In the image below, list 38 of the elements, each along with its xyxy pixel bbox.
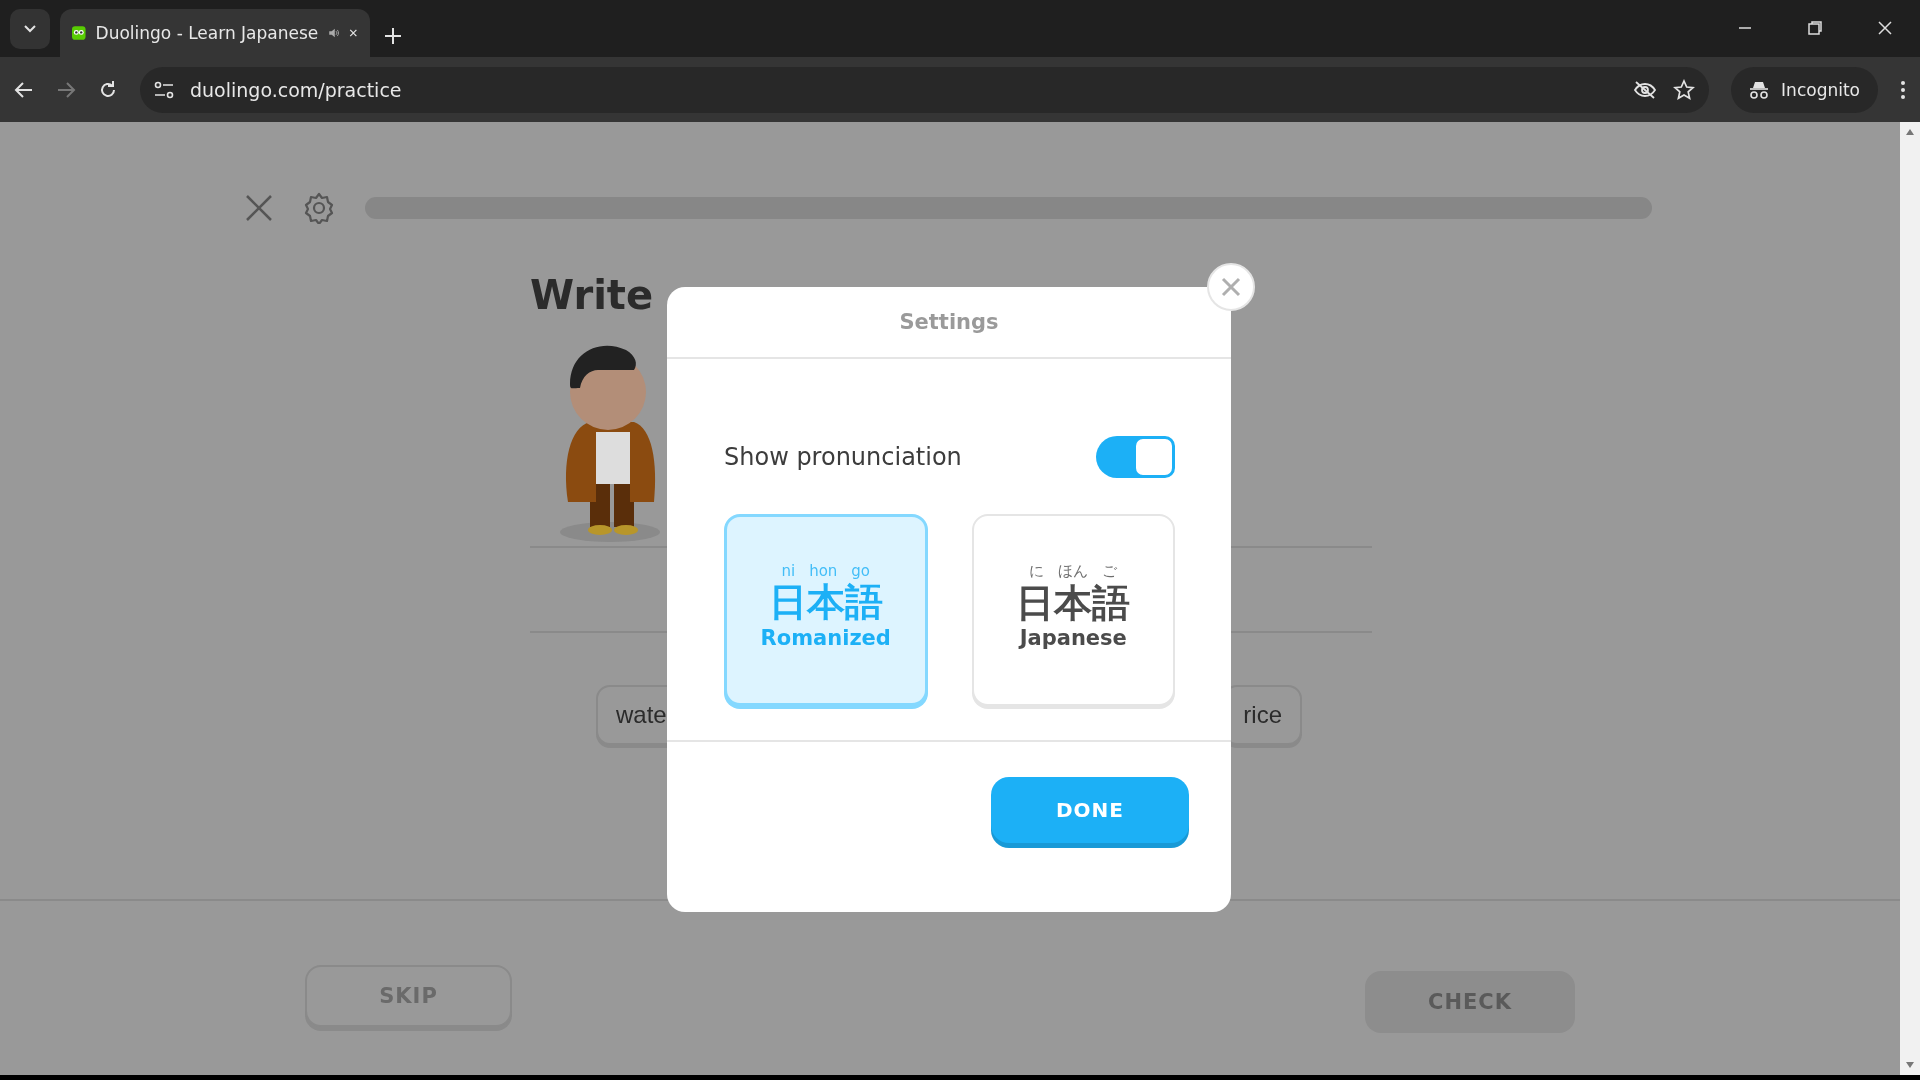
incognito-icon [1749, 80, 1770, 99]
reading-syllable: hon [809, 562, 838, 581]
reading-syllable: に [1029, 561, 1045, 581]
settings-icon[interactable] [303, 192, 335, 224]
profile-label: Incognito [1781, 79, 1860, 100]
pronunciation-toggle[interactable] [1096, 436, 1175, 478]
eye-off-icon[interactable] [1633, 79, 1658, 100]
close-button[interactable] [1207, 263, 1255, 311]
scroll-down-icon[interactable] [1905, 1061, 1915, 1069]
back-icon[interactable] [14, 79, 34, 100]
dialog-title: Settings [899, 310, 999, 334]
script-sample: 日本語 [768, 580, 883, 626]
address-bar[interactable]: duolingo.com/practice [140, 66, 1710, 113]
tab-title: Duolingo - Learn Japanese [95, 23, 319, 43]
script-option[interactable]: に ほん ご 日本語 Japanese [971, 514, 1175, 706]
scrollbar[interactable] [1900, 122, 1920, 1075]
scroll-up-icon[interactable] [1905, 128, 1915, 136]
reading-syllable: go [851, 562, 871, 581]
reload-icon[interactable] [98, 79, 118, 100]
reading-syllable: ご [1102, 561, 1118, 581]
close-icon [1221, 277, 1241, 297]
site-settings-icon[interactable] [154, 80, 174, 99]
reading-syllable: ni [781, 562, 796, 581]
browser-tab[interactable]: Duolingo - Learn Japanese [60, 9, 370, 57]
caret-icon [23, 24, 37, 34]
setting-label: Show pronunciation [724, 443, 962, 471]
option-label: Romanized [760, 625, 891, 650]
option-label: Japanese [1019, 626, 1127, 651]
new-tab-icon[interactable] [384, 27, 402, 45]
exercise-title: Write [530, 271, 654, 320]
reading-syllable: ほん [1058, 561, 1089, 581]
tab-list-button[interactable] [10, 9, 50, 49]
script-sample: 日本語 [1016, 580, 1131, 627]
forward-icon[interactable] [56, 79, 76, 100]
incognito-button[interactable]: Incognito [1731, 66, 1878, 113]
star-icon[interactable] [1673, 78, 1696, 101]
url-text: duolingo.com/practice [190, 78, 403, 101]
menu-icon[interactable] [1900, 79, 1906, 100]
